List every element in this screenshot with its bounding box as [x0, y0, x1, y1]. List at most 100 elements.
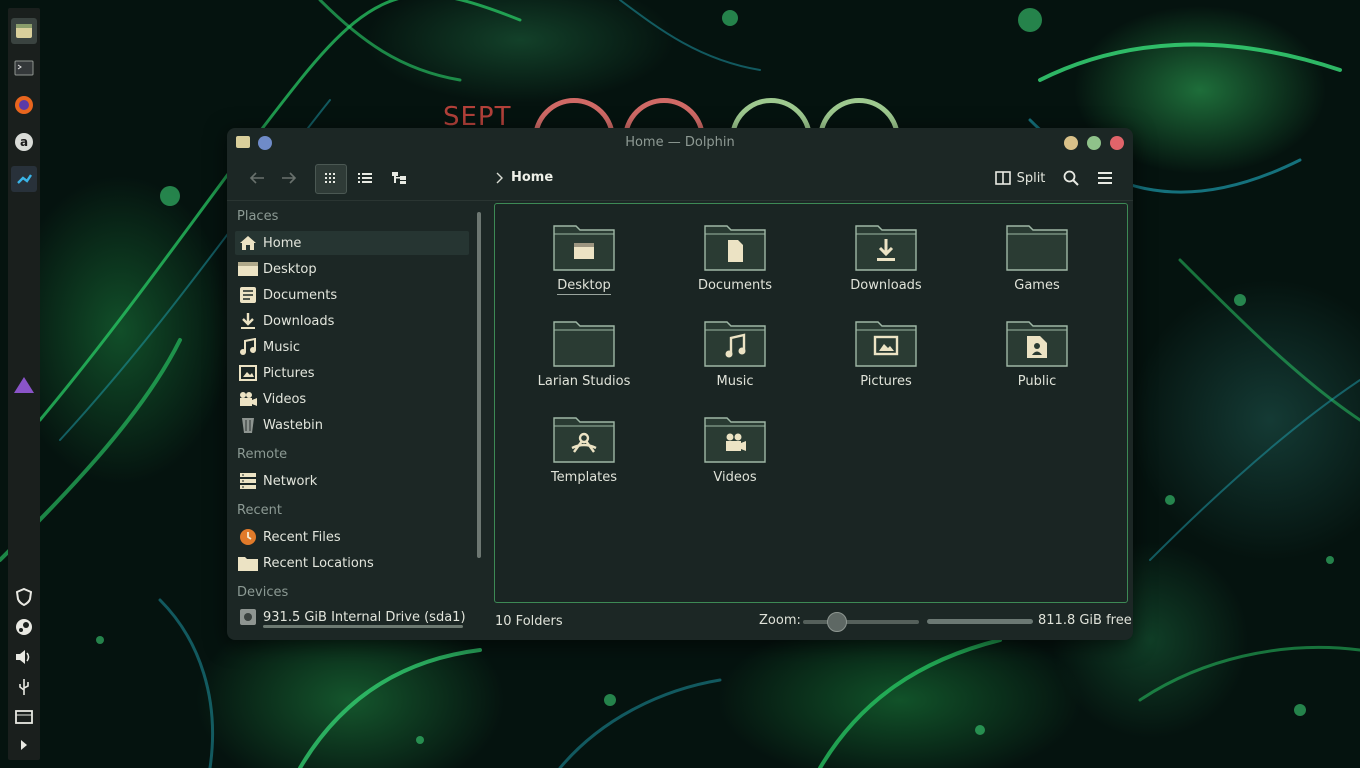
folder-downloads-icon [855, 225, 917, 271]
expand-tray-icon[interactable] [11, 732, 37, 758]
zoom-slider[interactable] [803, 620, 919, 624]
split-label: Split [1016, 170, 1046, 186]
compact-view-button[interactable] [350, 164, 380, 192]
sidebar-item-label: Downloads [263, 313, 335, 329]
folder-label: Documents [697, 278, 773, 293]
breadcrumb[interactable]: Home [495, 170, 553, 185]
firefox-icon[interactable] [11, 92, 37, 118]
download-icon [238, 311, 258, 331]
sidebar-item-network[interactable]: Network [235, 469, 469, 493]
folder-item-desktop[interactable]: Desktop [524, 220, 644, 295]
folder-icon [238, 553, 258, 573]
folder-item-documents[interactable]: Documents [675, 220, 795, 293]
folder-item-larian-studios[interactable]: Larian Studios [524, 316, 644, 389]
video-camera-icon [238, 389, 258, 409]
zoom-slider-handle[interactable] [827, 612, 847, 632]
titlebar[interactable]: Home — Dolphin [227, 128, 1133, 158]
folder-label: Videos [713, 470, 757, 485]
folder-documents-icon [704, 225, 766, 271]
folder-label: Templates [550, 470, 618, 485]
folder-item-games[interactable]: Games [977, 220, 1097, 293]
usb-device-icon[interactable] [11, 674, 37, 700]
sidebar-item-wastebin[interactable]: Wastebin [235, 413, 469, 437]
sidebar-item-label: Wastebin [263, 417, 323, 433]
recent-heading: Recent [237, 503, 282, 518]
amazon-icon[interactable]: a [11, 129, 37, 155]
search-button[interactable] [1057, 164, 1085, 192]
terminal-icon[interactable] [11, 55, 37, 81]
music-note-icon [238, 337, 258, 357]
grid-icon [325, 173, 335, 183]
security-shield-icon[interactable] [11, 584, 37, 610]
folder-templates-icon [553, 417, 615, 463]
remote-heading: Remote [237, 447, 288, 462]
hamburger-menu-button[interactable] [1091, 164, 1119, 192]
folder-item-downloads[interactable]: Downloads [826, 220, 946, 293]
places-sidebar: Places Home Desktop Documents Downloads … [227, 200, 471, 632]
sidebar-item-recent-locations[interactable]: Recent Locations [235, 551, 469, 575]
maximize-button[interactable] [1087, 136, 1101, 150]
network-server-icon [238, 471, 258, 491]
sidebar-item-downloads[interactable]: Downloads [235, 309, 469, 333]
search-icon [1063, 170, 1079, 186]
sidebar-item-desktop[interactable]: Desktop [235, 257, 469, 281]
split-button[interactable]: Split [993, 164, 1047, 192]
sidebar-item-documents[interactable]: Documents [235, 283, 469, 307]
folder-label: Public [1017, 374, 1057, 389]
arrow-right-icon [282, 172, 297, 184]
app-triangle-icon[interactable] [11, 372, 37, 398]
folder-public-icon [1006, 321, 1068, 367]
folder-label: Games [1014, 278, 1060, 293]
folder-icon [1006, 225, 1068, 271]
hamburger-menu-icon [1098, 172, 1112, 184]
folder-label: Pictures [860, 374, 912, 389]
sidebar-item-pictures[interactable]: Pictures [235, 361, 469, 385]
clipboard-tray-icon[interactable] [11, 704, 37, 730]
forward-button[interactable] [275, 164, 303, 192]
sidebar-item-recent-files[interactable]: Recent Files [235, 525, 469, 549]
svg-text:a: a [20, 135, 28, 149]
trash-icon [238, 415, 258, 435]
left-dock-panel: a [8, 8, 40, 760]
folder-icon [553, 321, 615, 367]
icons-view-button[interactable] [315, 164, 347, 194]
folder-label: Larian Studios [537, 374, 631, 389]
kdeconnect-icon[interactable] [11, 166, 37, 192]
sidebar-item-label: Documents [263, 287, 338, 303]
folder-item-pictures[interactable]: Pictures [826, 316, 946, 389]
folder-item-templates[interactable]: Templates [524, 412, 644, 485]
sidebar-item-label: Network [263, 473, 318, 489]
dolphin-launcher-icon[interactable] [11, 18, 37, 44]
sidebar-item-label: Recent Locations [263, 555, 374, 571]
chevron-right-icon [496, 172, 503, 183]
free-space-bar [927, 619, 1033, 624]
steam-tray-icon[interactable] [11, 614, 37, 640]
folder-label: Desktop [557, 278, 611, 295]
devices-heading: Devices [237, 585, 289, 600]
sidebar-item-videos[interactable]: Videos [235, 387, 469, 411]
minimize-button[interactable] [1064, 136, 1078, 150]
folder-videos-icon [704, 417, 766, 463]
folder-item-public[interactable]: Public [977, 316, 1097, 389]
folder-item-videos[interactable]: Videos [675, 412, 795, 485]
close-button[interactable] [1110, 136, 1124, 150]
places-heading: Places [237, 209, 279, 224]
split-view-icon [994, 171, 1011, 185]
details-view-button[interactable] [384, 164, 414, 192]
sidebar-item-home[interactable]: Home [235, 231, 469, 255]
folder-item-music[interactable]: Music [675, 316, 795, 389]
status-bar: 10 Folders Zoom: 811.8 GiB free [227, 606, 1133, 636]
sidebar-item-label: Videos [263, 391, 307, 407]
folder-view[interactable]: Desktop Documents Downloads Games Larian… [494, 203, 1128, 603]
arrow-left-icon [249, 172, 264, 184]
sidebar-item-music[interactable]: Music [235, 335, 469, 359]
sidebar-scrollbar[interactable] [477, 212, 481, 558]
sidebar-item-label: Music [263, 339, 300, 355]
volume-icon[interactable] [11, 644, 37, 670]
sidebar-item-label: Desktop [263, 261, 317, 277]
breadcrumb-home[interactable]: Home [511, 170, 553, 185]
folder-music-icon [704, 321, 766, 367]
folder-pictures-icon [855, 321, 917, 367]
back-button[interactable] [243, 164, 271, 192]
dolphin-window: Home — Dolphin Home Split Places Home De… [227, 128, 1133, 640]
